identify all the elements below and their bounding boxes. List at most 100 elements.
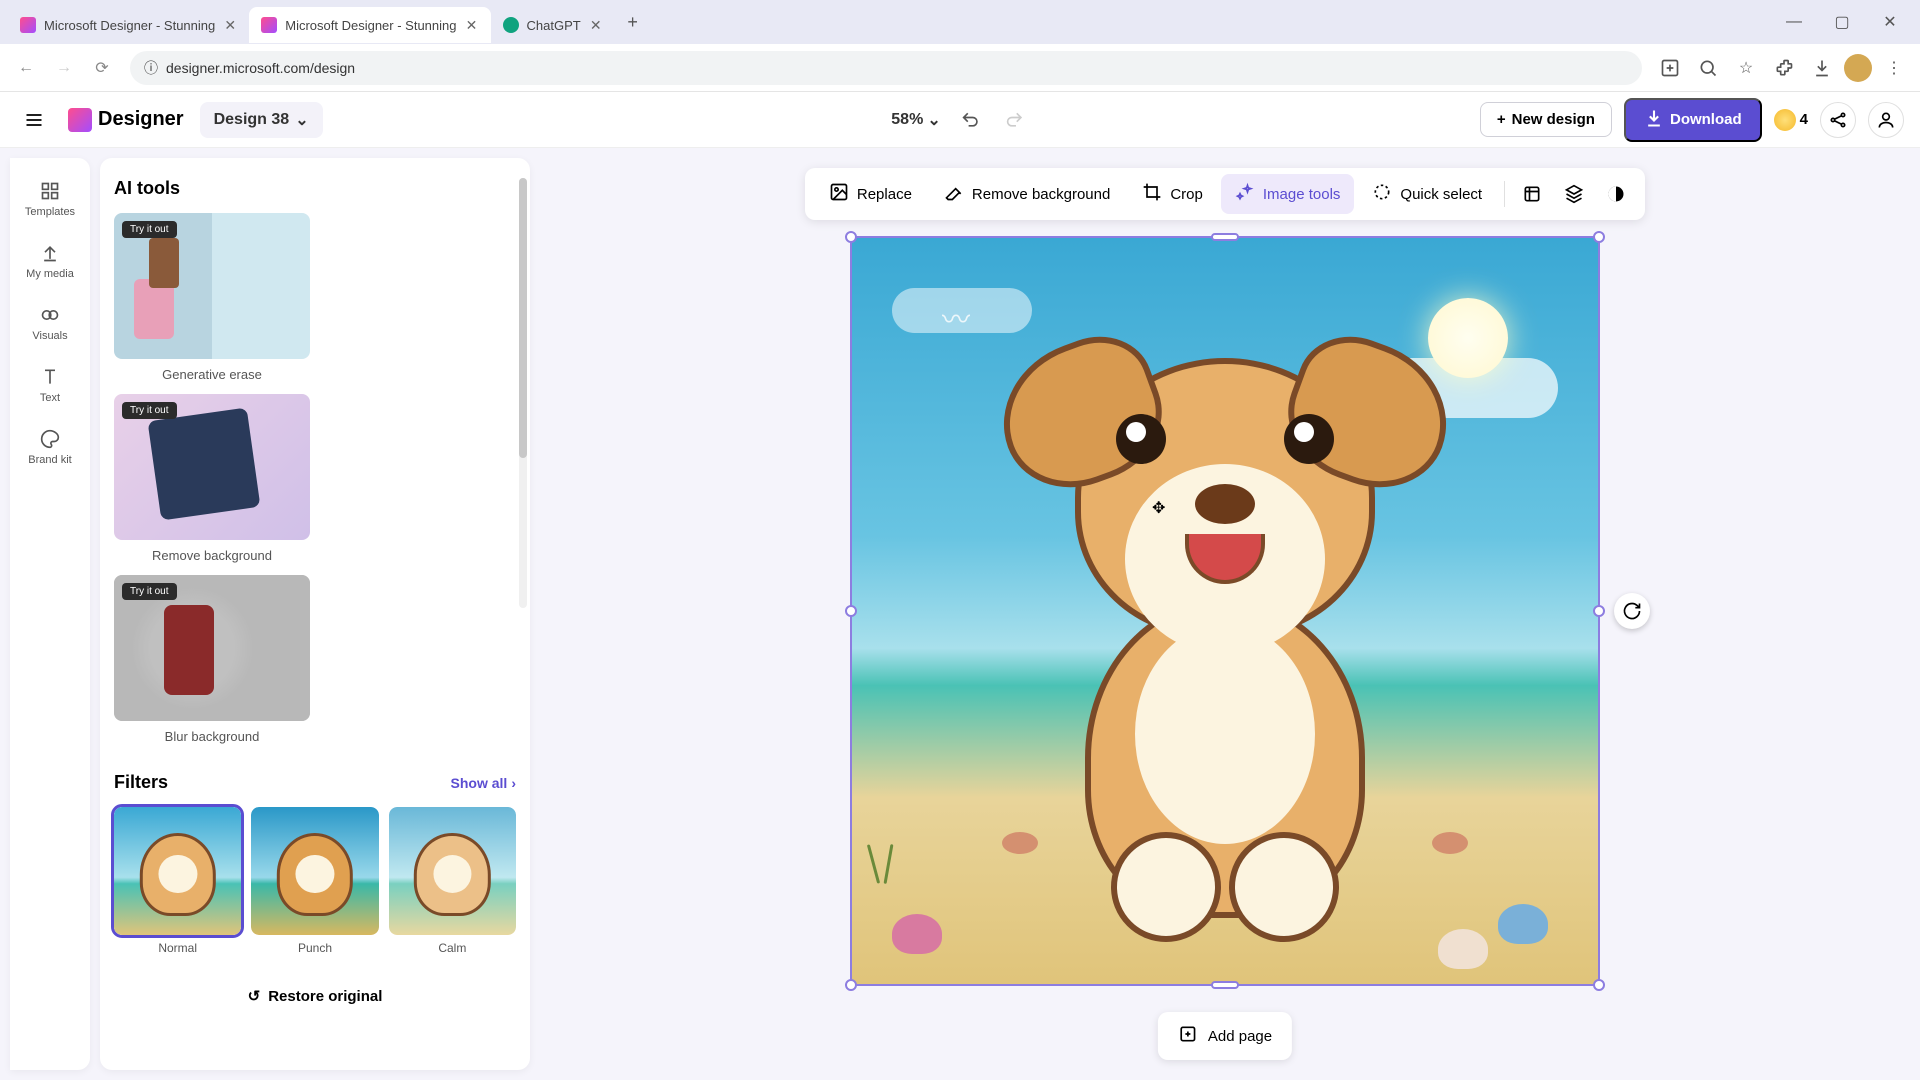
new-tab-button[interactable]: + bbox=[619, 8, 647, 36]
resize-handle-bl[interactable] bbox=[845, 979, 857, 991]
browser-tab-strip: Microsoft Designer - Stunning ✕ Microsof… bbox=[0, 0, 1920, 44]
profile-avatar-icon[interactable] bbox=[1844, 54, 1872, 82]
ai-tool-remove-background[interactable]: Try it out Remove background bbox=[114, 394, 310, 563]
tab-title: Microsoft Designer - Stunning bbox=[44, 18, 215, 33]
close-icon[interactable]: ✕ bbox=[465, 18, 479, 32]
left-rail: Templates My media Visuals Text Brand ki… bbox=[10, 158, 90, 1070]
ai-tool-blur-background[interactable]: Try it out Blur background bbox=[114, 575, 310, 744]
ai-tool-thumbnail: Try it out bbox=[114, 575, 310, 721]
rail-label: Templates bbox=[25, 206, 75, 218]
rail-templates[interactable]: Templates bbox=[16, 170, 84, 228]
ai-tools-grid: Try it out Generative erase Try it out R… bbox=[114, 213, 516, 744]
canvas-area: Replace Remove background Crop Image too… bbox=[530, 148, 1920, 1080]
resize-handle-tl[interactable] bbox=[845, 231, 857, 243]
ai-tool-generative-erase[interactable]: Try it out Generative erase bbox=[114, 213, 310, 382]
maximize-icon[interactable]: ▢ bbox=[1820, 6, 1864, 38]
crop-button[interactable]: Crop bbox=[1128, 174, 1217, 214]
new-design-label: New design bbox=[1512, 111, 1595, 128]
separator bbox=[1504, 181, 1505, 207]
upload-icon bbox=[39, 242, 61, 264]
chevron-right-icon: › bbox=[511, 775, 516, 791]
add-page-label: Add page bbox=[1208, 1028, 1272, 1045]
chrome-menu-icon[interactable]: ⋮ bbox=[1878, 52, 1910, 84]
url-input[interactable]: ⓘ designer.microsoft.com/design bbox=[130, 51, 1642, 85]
opacity-icon[interactable] bbox=[1597, 175, 1635, 213]
scrollbar[interactable] bbox=[519, 178, 527, 608]
ai-tool-label: Generative erase bbox=[114, 367, 310, 382]
design-name-dropdown[interactable]: Design 38 ⌄ bbox=[200, 102, 323, 138]
sparkle-icon bbox=[1774, 109, 1796, 131]
rail-my-media[interactable]: My media bbox=[16, 232, 84, 290]
account-button[interactable] bbox=[1868, 102, 1904, 138]
rail-visuals[interactable]: Visuals bbox=[16, 294, 84, 352]
move-cursor-icon: ✥ bbox=[1152, 498, 1165, 518]
reload-icon[interactable]: ⟳ bbox=[86, 52, 118, 84]
filters-row: Normal Recommended Punch Recommended Cal… bbox=[114, 807, 516, 955]
tab-title: ChatGPT bbox=[527, 18, 581, 33]
browser-tab[interactable]: Microsoft Designer - Stunning ✕ bbox=[8, 7, 249, 43]
restore-icon: ↺ bbox=[248, 987, 261, 1005]
minimize-icon[interactable]: — bbox=[1772, 6, 1816, 38]
resize-handle-tr[interactable] bbox=[1593, 231, 1605, 243]
resize-handle-top[interactable] bbox=[1211, 233, 1239, 241]
hamburger-menu-icon[interactable] bbox=[16, 102, 52, 138]
filter-normal[interactable]: Normal bbox=[114, 807, 241, 955]
ai-tool-thumbnail: Try it out bbox=[114, 394, 310, 540]
show-all-link[interactable]: Show all › bbox=[451, 775, 516, 791]
close-icon[interactable]: ✕ bbox=[223, 18, 237, 32]
try-it-out-badge: Try it out bbox=[122, 221, 177, 238]
browser-tab-active[interactable]: Microsoft Designer - Stunning ✕ bbox=[249, 7, 490, 43]
zoom-value: 58% bbox=[891, 111, 923, 129]
app-logo[interactable]: Designer bbox=[68, 108, 184, 132]
credits-count: 4 bbox=[1800, 111, 1808, 128]
resize-handle-br[interactable] bbox=[1593, 979, 1605, 991]
bookmark-icon[interactable]: ☆ bbox=[1730, 52, 1762, 84]
close-window-icon[interactable]: ✕ bbox=[1868, 6, 1912, 38]
add-page-button[interactable]: Add page bbox=[1158, 1012, 1292, 1060]
rail-text[interactable]: Text bbox=[16, 356, 84, 414]
share-button[interactable] bbox=[1820, 102, 1856, 138]
try-it-out-badge: Try it out bbox=[122, 402, 177, 419]
rail-label: Brand kit bbox=[28, 454, 71, 466]
filter-label: Calm bbox=[389, 941, 516, 955]
filter-calm[interactable]: Recommended Calm bbox=[389, 807, 516, 955]
resize-handle-mr[interactable] bbox=[1593, 605, 1605, 617]
address-bar: ← → ⟳ ⓘ designer.microsoft.com/design ☆ … bbox=[0, 44, 1920, 92]
restore-original-button[interactable]: ↺ Restore original bbox=[114, 977, 516, 1015]
designer-favicon bbox=[20, 17, 36, 33]
eraser-icon bbox=[944, 182, 964, 206]
browser-tab[interactable]: ChatGPT ✕ bbox=[491, 7, 615, 43]
chevron-down-icon: ⌄ bbox=[295, 110, 308, 130]
new-design-button[interactable]: + New design bbox=[1480, 102, 1612, 137]
download-button[interactable]: Download bbox=[1624, 98, 1762, 142]
canvas-selection[interactable]: 〰 ✥ bbox=[850, 236, 1600, 986]
canvas-image[interactable]: 〰 ✥ bbox=[852, 238, 1598, 984]
rail-brand-kit[interactable]: Brand kit bbox=[16, 418, 84, 476]
restore-label: Restore original bbox=[268, 988, 382, 1005]
quick-select-button[interactable]: Quick select bbox=[1358, 174, 1496, 214]
downloads-icon[interactable] bbox=[1806, 52, 1838, 84]
crop-icon bbox=[1142, 182, 1162, 206]
zoom-dropdown[interactable]: 58% ⌄ bbox=[891, 110, 940, 130]
resize-handle-ml[interactable] bbox=[845, 605, 857, 617]
close-icon[interactable]: ✕ bbox=[589, 18, 603, 32]
filter-punch[interactable]: Recommended Punch bbox=[251, 807, 378, 955]
resize-handle-bottom[interactable] bbox=[1211, 981, 1239, 989]
undo-icon[interactable] bbox=[957, 106, 985, 134]
extensions-icon[interactable] bbox=[1768, 52, 1800, 84]
credits-badge[interactable]: 4 bbox=[1774, 109, 1808, 131]
site-info-icon[interactable]: ⓘ bbox=[144, 58, 158, 78]
install-app-icon[interactable] bbox=[1654, 52, 1686, 84]
tab-title: Microsoft Designer - Stunning bbox=[285, 18, 456, 33]
frame-icon[interactable] bbox=[1513, 175, 1551, 213]
rotate-handle[interactable] bbox=[1614, 593, 1650, 629]
back-icon[interactable]: ← bbox=[10, 52, 42, 84]
filter-thumbnail: Recommended bbox=[251, 807, 378, 935]
replace-button[interactable]: Replace bbox=[815, 174, 926, 214]
remove-background-button[interactable]: Remove background bbox=[930, 174, 1124, 214]
rail-label: My media bbox=[26, 268, 74, 280]
filters-heading: Filters bbox=[114, 772, 168, 793]
layers-icon[interactable] bbox=[1555, 175, 1593, 213]
image-tools-button[interactable]: Image tools bbox=[1221, 174, 1355, 214]
zoom-icon[interactable] bbox=[1692, 52, 1724, 84]
